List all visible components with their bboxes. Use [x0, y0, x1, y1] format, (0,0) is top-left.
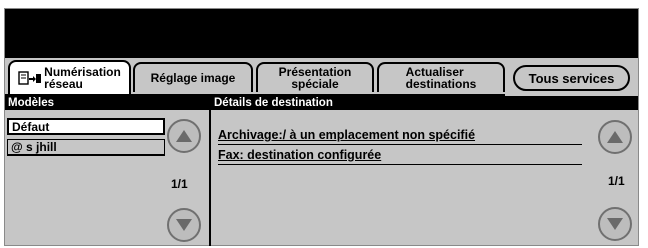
- tab-special-layout-label-2: spéciale: [291, 77, 339, 91]
- tab-network-scanning[interactable]: Numérisation réseau: [8, 60, 131, 94]
- templates-scroll-up-button[interactable]: [167, 119, 201, 153]
- tab-special-layout[interactable]: Présentation spéciale: [256, 62, 374, 92]
- scan-to-network-icon: [18, 71, 42, 85]
- destination-details-header: Détails de destination: [211, 96, 638, 110]
- template-item-label: @ s jhill: [11, 140, 57, 154]
- templates-scroll-down-button[interactable]: [167, 208, 201, 242]
- up-arrow-icon: [607, 131, 623, 143]
- tab-network-scanning-label-2: réseau: [44, 77, 83, 91]
- template-item-label: Défaut: [12, 120, 50, 134]
- down-arrow-icon: [176, 219, 192, 231]
- templates-panel: Défaut @ s jhill 1/1: [5, 110, 209, 244]
- destination-details-panel: Archivage:/ à un emplacement non spécifi…: [211, 110, 638, 244]
- details-page-indicator: 1/1: [608, 174, 625, 188]
- details-scroll-down-button[interactable]: [598, 207, 632, 241]
- destination-separator: [218, 144, 582, 145]
- destination-line-fax: Fax: destination configurée: [218, 148, 382, 162]
- message-bar: [5, 9, 638, 58]
- all-services-button[interactable]: Tous services: [513, 65, 630, 91]
- all-services-label: Tous services: [528, 70, 615, 86]
- destination-separator: [218, 164, 582, 165]
- destination-line-archive: Archivage:/ à un emplacement non spécifi…: [218, 128, 476, 142]
- tab-image-quality-label: Réglage image: [150, 71, 236, 85]
- template-item-default[interactable]: Défaut: [7, 118, 165, 135]
- tab-refresh-destinations-label-2: destinations: [405, 77, 477, 91]
- tab-refresh-destinations[interactable]: Actualiser destinations: [377, 62, 505, 92]
- down-arrow-icon: [607, 218, 623, 230]
- details-scroll-up-button[interactable]: [598, 120, 632, 154]
- templates-header: Modèles: [5, 96, 209, 110]
- tab-image-quality[interactable]: Réglage image: [133, 62, 253, 92]
- up-arrow-icon: [176, 130, 192, 142]
- templates-page-indicator: 1/1: [171, 177, 188, 191]
- template-item-sjhill[interactable]: @ s jhill: [7, 139, 165, 156]
